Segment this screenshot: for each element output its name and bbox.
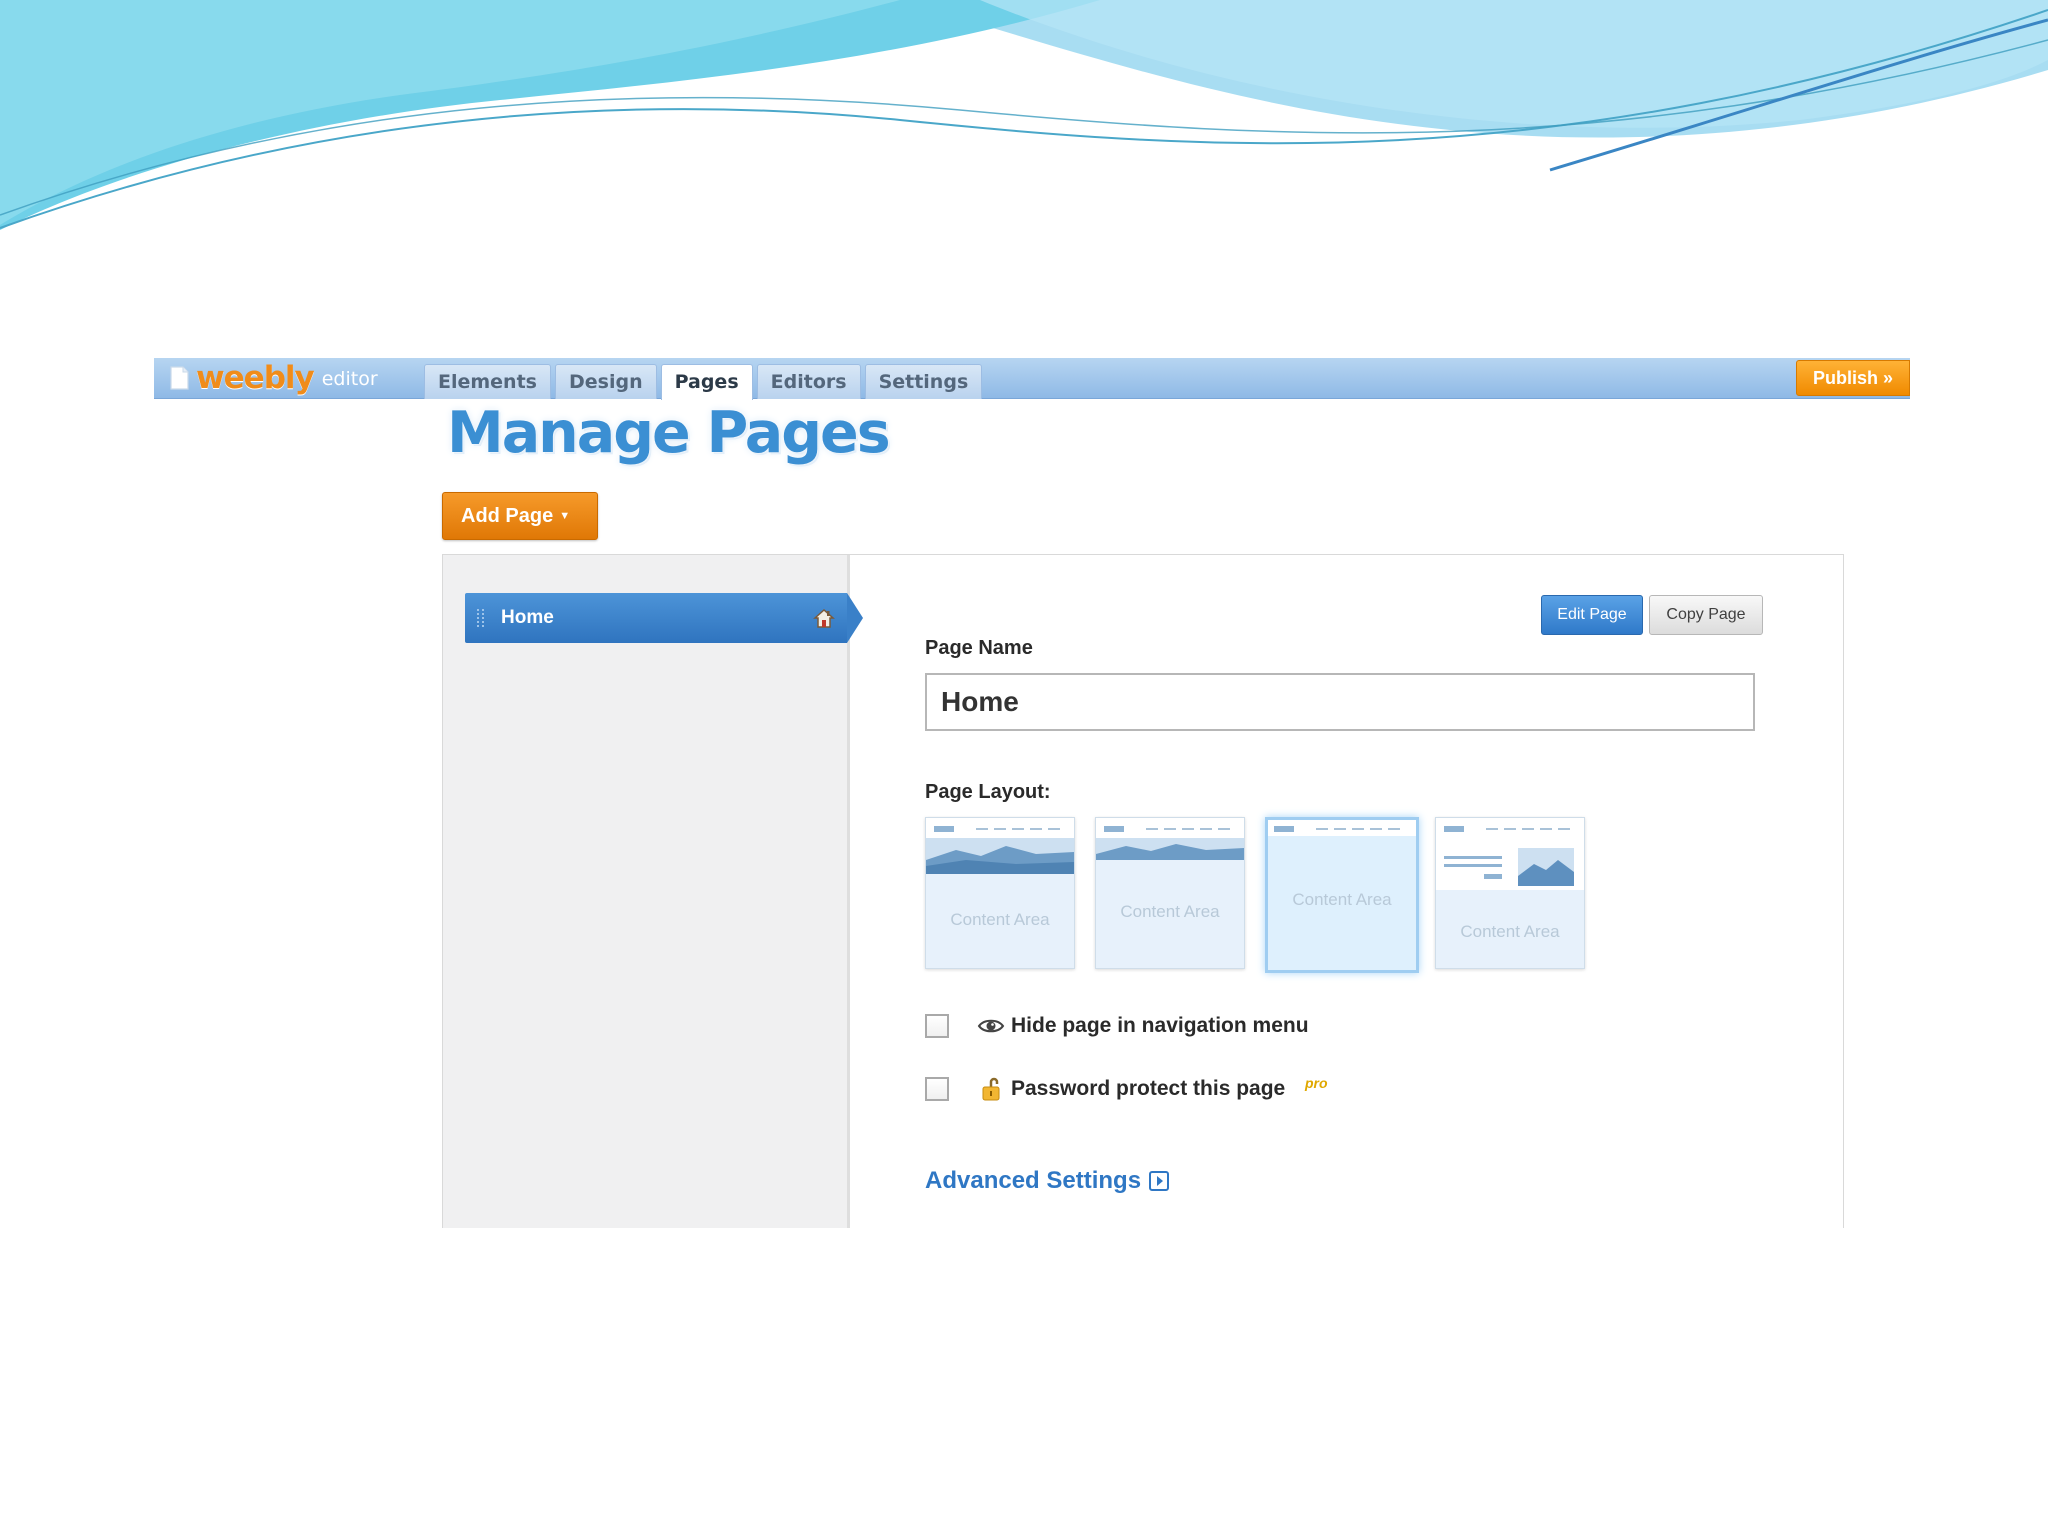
layout-option-tall-header[interactable]: Content Area [925, 817, 1075, 969]
tab-elements[interactable]: Elements [424, 364, 551, 399]
add-page-button[interactable]: Add Page ▼ [442, 492, 598, 540]
layout-content-area-label: Content Area [950, 910, 1050, 929]
weebly-logo: weebly editor [168, 360, 378, 396]
page-title: Manage Pages [447, 400, 891, 466]
page-list-item-label: Home [501, 607, 554, 628]
hide-page-checkbox[interactable] [925, 1014, 949, 1038]
editor-toolbar: weebly editor Elements Design Pages Edit… [154, 358, 1910, 400]
weebly-editor-window: weebly editor Elements Design Pages Edit… [154, 358, 1910, 1228]
logo-subtitle: editor [321, 368, 378, 390]
advanced-settings-link[interactable]: Advanced Settings [925, 1167, 1141, 1195]
layout-content-area-label: Content Area [1292, 890, 1392, 909]
layout-preview-graphic [1436, 818, 1584, 890]
copy-page-button[interactable]: Copy Page [1649, 595, 1763, 635]
pro-badge: pro [1305, 1075, 1328, 1091]
page-name-label: Page Name [925, 637, 1033, 659]
layout-content-area-label: Content Area [1460, 922, 1560, 941]
hide-page-label: Hide page in navigation menu [1011, 1014, 1309, 1037]
caret-down-icon: ▼ [559, 510, 571, 522]
layout-preview-graphic [926, 818, 1074, 874]
tab-editors[interactable]: Editors [756, 364, 861, 399]
layout-option-no-header[interactable]: Content Area [1265, 817, 1419, 973]
page-name-input[interactable] [925, 673, 1755, 731]
manage-pages-panel: Home Edit Page Copy Page Page Name Page … [442, 554, 1844, 1228]
password-protect-label: Password protect this page [1011, 1077, 1286, 1100]
add-page-label: Add Page [461, 505, 554, 527]
pages-list-sidebar: Home [443, 555, 863, 1228]
layout-content-area-label: Content Area [1120, 902, 1220, 921]
password-protect-checkbox[interactable] [925, 1077, 949, 1101]
logo-word: weebly [196, 360, 315, 396]
tab-design[interactable]: Design [554, 364, 657, 399]
selected-arrow [847, 593, 863, 643]
eye-icon [977, 1019, 1005, 1033]
layout-option-text-image-header[interactable]: Content Area [1435, 817, 1585, 969]
layout-preview-graphic [1096, 818, 1244, 860]
page-layout-label: Page Layout: [925, 781, 1051, 803]
page-list-item-home[interactable]: Home [465, 593, 863, 643]
edit-page-button[interactable]: Edit Page [1541, 595, 1643, 635]
publish-button[interactable]: Publish » [1796, 360, 1910, 396]
drag-handle-icon[interactable] [477, 609, 485, 627]
layout-option-short-header[interactable]: Content Area [1095, 817, 1245, 969]
slide-wave-decoration [0, 0, 2048, 230]
main-tabs: Elements Design Pages Editors Settings [424, 364, 983, 400]
expand-arrow-icon[interactable] [1149, 1171, 1169, 1191]
house-icon [813, 608, 835, 628]
weebly-logo-icon [170, 366, 189, 390]
lock-icon [982, 1077, 1000, 1101]
tab-pages[interactable]: Pages [660, 364, 753, 400]
tab-settings[interactable]: Settings [864, 364, 983, 399]
